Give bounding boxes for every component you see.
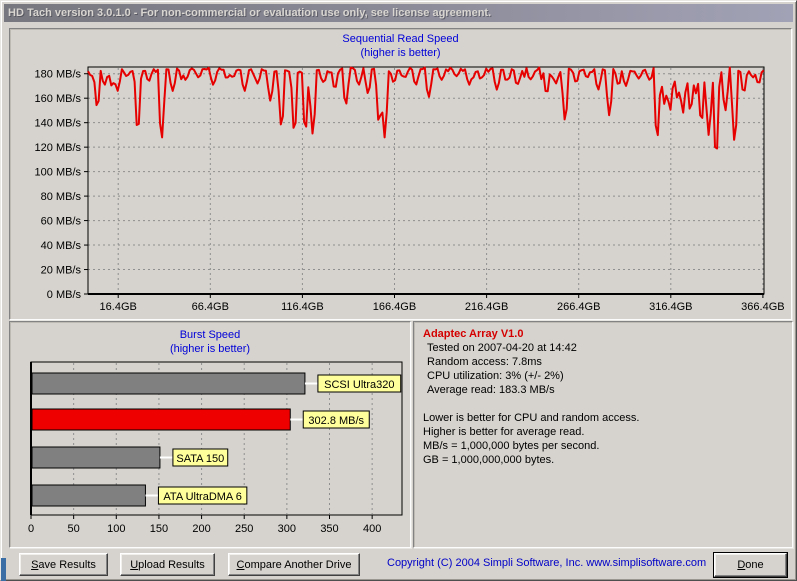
bar-label-text: SCSI Ultra320 [324,379,394,391]
hdtach-window: HD Tach version 3.0.1.0 - For non-commer… [0,0,797,581]
burst-bar [31,484,146,507]
x-axis-label: 266.4GB [557,301,600,313]
sequential-read-panel: Sequential Read Speed (higher is better)… [9,28,792,320]
info-line: Random access: 7.8ms [427,356,542,368]
x-axis-label: 200 [192,523,210,535]
bar-label-text: ATA UltraDMA 6 [163,491,241,503]
y-axis-label: 0 MB/s [47,289,82,301]
x-axis-label: 250 [235,523,253,535]
x-axis-label: 0 [28,523,34,535]
x-axis-label: 300 [278,523,296,535]
sequential-read-chart: 0 MB/s 20 MB/s 40 MB/s 60 MB/s 80 MB/s 100 MB… [35,66,785,313]
info-line: Average read: 183.3 MB/s [427,384,555,396]
bar-label-text: 302.8 MB/s [308,415,364,427]
x-axis-label: 166.4GB [373,301,416,313]
plot-border [87,66,765,295]
burst-speed-panel: Burst Speed (higher is better) 0 50 100 150… [9,321,411,548]
save-results-button[interactable]: Save Results [19,553,108,576]
window-title: HD Tach version 3.0.1.0 - For non-commer… [8,7,492,19]
y-axis-label: 120 MB/s [35,142,82,154]
x-axis-label: 316.4GB [649,301,692,313]
bar-label-text: SATA 150 [176,453,224,465]
burst-bar [31,408,291,431]
y-axis-label: 80 MB/s [41,191,82,203]
x-axis-label: 350 [320,523,338,535]
y-axis-label: 160 MB/s [35,93,82,105]
window-titlebar[interactable]: HD Tach version 3.0.1.0 - For non-commer… [4,4,793,22]
x-axis-label: 16.4GB [100,301,137,313]
x-axis-label: 50 [68,523,80,535]
done-button[interactable]: Done [713,552,788,578]
info-line: MB/s = 1,000,000 bytes per second. [423,440,600,452]
compare-another-drive-button[interactable]: Compare Another Drive [228,553,360,576]
screen: HD Tach version 3.0.1.0 - For non-commer… [0,0,797,581]
drive-stats-list: Tested on 2007-04-20 at 14:42 Random acce… [423,341,788,397]
upload-results-button[interactable]: Upload Results [120,553,215,576]
info-line: CPU utilization: 3% (+/- 2%) [427,370,564,382]
info-line: Higher is better for average read. [423,426,585,438]
drive-name-heading: Adaptec Array V1.0 [423,328,524,340]
burst-speed-chart: 0 50 100 150 200 250 300 350 400 SCSI Ultra320 302… [28,361,403,535]
accelerator-letter: C [236,559,245,571]
drive-info-panel: Adaptec Array V1.0 Tested on 2007-04-20 … [413,321,793,548]
y-axis-label: 20 MB/s [41,265,82,277]
drive-notes-list: Lower is better for CPU and random acces… [423,411,788,467]
info-line: GB = 1,000,000,000 bytes. [423,454,555,466]
y-axis-label: 100 MB/s [35,167,82,179]
accelerator-letter: S [31,559,39,571]
y-axis-label: 60 MB/s [41,216,82,228]
x-axis-label: 366.4GB [741,301,784,313]
accelerator-letter: D [737,559,746,571]
x-axis-label: 150 [150,523,168,535]
y-axis-label: 40 MB/s [41,240,82,252]
burst-bar [31,446,161,469]
x-axis-label: 100 [107,523,125,535]
x-axis-label: 66.4GB [192,301,229,313]
x-axis-label: 116.4GB [281,301,324,313]
y-axis-label: 180 MB/s [35,69,82,81]
accelerator-letter: U [130,559,139,571]
desktop-background [1,558,6,581]
info-line: Lower is better for CPU and random acces… [423,412,640,424]
info-line: Tested on 2007-04-20 at 14:42 [427,342,577,354]
sequential-read-line [87,66,765,150]
copyright-text: Copyright (C) 2004 Simpli Software, Inc.… [387,557,707,569]
x-axis-label: 400 [363,523,381,535]
y-axis-label: 140 MB/s [35,118,82,130]
burst-bar [31,372,306,395]
x-axis-label: 216.4GB [465,301,508,313]
